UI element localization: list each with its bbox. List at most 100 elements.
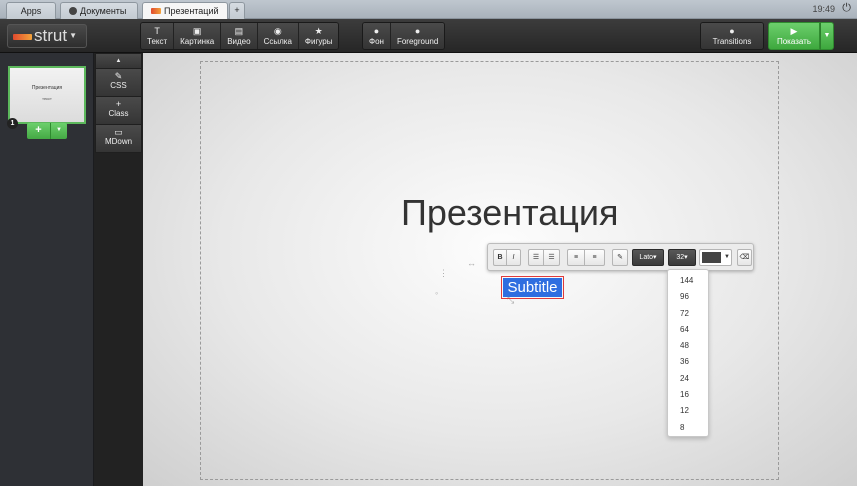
editor-canvas[interactable]: Презентация ↔ ⋮ ◦ ◎ ⤡ Subtitle B I ☰ ☰ ≡…: [143, 53, 857, 486]
insert-link-button[interactable]: ◉ Ссылка: [257, 23, 299, 49]
tab-documents-label: Документы: [80, 6, 127, 16]
insert-video-label: Видео: [227, 37, 251, 46]
insert-text-button[interactable]: T Текст: [141, 23, 175, 49]
css-button[interactable]: ✎ CSS: [95, 69, 142, 97]
font-size-option[interactable]: 72: [668, 306, 708, 322]
font-size-option[interactable]: 12: [668, 403, 708, 419]
insert-text-label: Текст: [147, 37, 168, 46]
insert-shapes-button[interactable]: ★ Фигуры: [298, 23, 339, 49]
numbered-list-button[interactable]: ☰: [544, 249, 560, 266]
insert-image-button[interactable]: ▣ Картинка: [174, 23, 222, 49]
link-icon: ◉: [273, 26, 282, 36]
font-size-option[interactable]: 36: [668, 354, 708, 370]
move-handle-icon[interactable]: ↔: [467, 258, 476, 268]
font-size-option[interactable]: 48: [668, 338, 708, 354]
bold-button[interactable]: B: [493, 249, 507, 266]
tab-apps-label: Apps: [20, 6, 42, 16]
bulleted-list-button[interactable]: ☰: [528, 249, 544, 266]
plus-icon: +: [35, 124, 42, 136]
align-left-icon: ≡: [573, 254, 579, 261]
font-family-dropdown[interactable]: Lato▾: [632, 249, 664, 266]
slide-number-badge: 1: [7, 118, 18, 129]
font-size-option[interactable]: 64: [668, 322, 708, 338]
transitions-icon: ●: [729, 26, 735, 36]
image-icon: ▣: [192, 26, 202, 36]
text-color-picker[interactable]: ▼: [699, 249, 732, 266]
align-left-button[interactable]: ≡: [567, 249, 585, 266]
italic-label: I: [512, 254, 515, 261]
markdown-button[interactable]: ▭ MDown: [95, 125, 142, 153]
insert-toolbar: T Текст ▣ Картинка ▤ Видео ◉ Ссылка ★ Фигуры: [140, 22, 340, 50]
insert-link-label: Ссылка: [263, 37, 292, 46]
text-icon: T: [154, 26, 160, 36]
align-center-button[interactable]: ≡: [585, 249, 605, 266]
tab-documents[interactable]: Документы: [60, 2, 138, 19]
color-swatch: [702, 252, 721, 263]
tab-apps[interactable]: Apps: [6, 2, 56, 19]
tab-presentations[interactable]: Презентаций: [142, 2, 228, 20]
logo-text: strut: [34, 26, 68, 45]
background-button[interactable]: ● Фон: [363, 23, 391, 49]
skew-handle-icon[interactable]: ◦: [435, 288, 438, 298]
logo-menu-button[interactable]: strut ▼: [7, 24, 87, 48]
font-size-option[interactable]: 96: [668, 289, 708, 305]
font-size-value: 32: [676, 254, 685, 261]
font-size-dropdown[interactable]: 32▾: [668, 249, 696, 266]
chevron-down-icon: ▼: [69, 31, 77, 40]
style-toolbar: ▲ ✎ CSS + Class ▭ MDown: [95, 53, 142, 154]
clear-formatting-button[interactable]: ⌫: [737, 249, 752, 266]
slide-well: Презентация текст 1 + ▼: [0, 53, 94, 486]
power-icon[interactable]: ⏻: [842, 2, 851, 15]
tab-presentations-label: Презентаций: [164, 6, 219, 16]
foreground-label: Foreground: [396, 37, 439, 46]
browser-tab-strip: Apps Документы Презентаций + 19:49 ⏻: [0, 0, 857, 20]
app-header: strut ▼ T Текст ▣ Картинка ▤ Видео ◉ Ссылка ★…: [0, 19, 857, 53]
subtitle-text-box[interactable]: Subtitle: [501, 276, 564, 299]
present-label: Показать: [776, 37, 811, 46]
class-button[interactable]: + Class: [95, 97, 142, 125]
play-icon: ▶: [790, 26, 798, 36]
chevron-down-icon: ▾: [653, 254, 657, 261]
insert-video-button[interactable]: ▤ Видео: [221, 23, 258, 49]
font-size-option[interactable]: 144: [668, 273, 708, 289]
chevron-down-icon: ▼: [724, 254, 730, 260]
font-size-option[interactable]: 16: [668, 387, 708, 403]
add-slide-options-button[interactable]: ▼: [51, 123, 67, 139]
add-slide-control: + ▼: [27, 123, 67, 139]
css-label: CSS: [110, 81, 127, 90]
transitions-label: Transitions: [712, 37, 752, 46]
add-slide-button[interactable]: +: [27, 123, 51, 139]
chevron-down-icon: ▼: [56, 127, 62, 133]
collapse-toolbar-button[interactable]: ▲: [95, 53, 142, 69]
drop-icon: ●: [414, 26, 421, 36]
transitions-button[interactable]: ● Transitions: [700, 22, 764, 50]
numbered-list-icon: ☰: [548, 254, 555, 261]
font-size-menu: 144 96 72 64 48 36 24 16 12 8: [667, 269, 709, 437]
foreground-button[interactable]: ● Foreground: [390, 23, 445, 49]
pencil-icon: ✎: [617, 254, 623, 261]
insert-shapes-label: Фигуры: [304, 37, 333, 46]
text-format-toolbar: B I ☰ ☰ ≡ ≡ ✎ Lato▾ 32▾ ▼ ⌫: [487, 243, 754, 271]
list-icon: ☰: [532, 254, 540, 261]
new-tab-label: +: [234, 5, 240, 15]
slide-thumbnail[interactable]: Презентация текст: [8, 66, 86, 124]
background-toolbar: ● Фон ● Foreground: [362, 22, 446, 50]
markdown-icon: ▭: [114, 127, 123, 137]
subtitle-text[interactable]: Subtitle: [503, 278, 562, 297]
font-size-option[interactable]: 24: [668, 371, 708, 387]
bold-label: B: [497, 254, 503, 261]
resize-handle-icon[interactable]: ⋮: [439, 268, 448, 279]
markdown-label: MDown: [104, 137, 133, 146]
edit-text-button[interactable]: ✎: [612, 249, 628, 266]
italic-button[interactable]: I: [507, 249, 521, 266]
clock: 19:49: [812, 4, 835, 14]
plus-icon: +: [115, 99, 122, 109]
slide-title[interactable]: Презентация: [401, 192, 634, 234]
edit-icon: ✎: [114, 71, 123, 81]
insert-image-label: Картинка: [180, 37, 215, 46]
present-button[interactable]: ▶ Показать: [768, 22, 820, 50]
present-options-button[interactable]: ▼: [820, 22, 834, 50]
new-tab-button[interactable]: +: [229, 2, 245, 19]
font-size-option[interactable]: 8: [668, 420, 708, 436]
chevron-up-icon: ▲: [115, 58, 122, 64]
